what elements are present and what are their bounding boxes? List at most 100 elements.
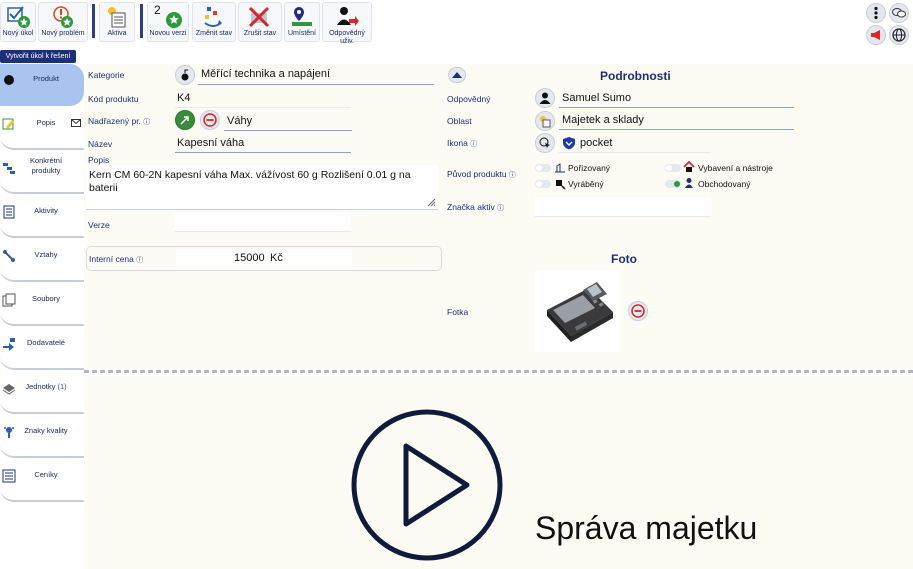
origin-label: Původ produktu ⓘ [447,169,516,180]
collapse-details-button[interactable] [448,67,466,83]
products-icon [3,163,15,174]
sidebar-item-label: Ceníky [34,470,58,479]
chevron-up-icon [452,72,462,78]
sidebar-item-files[interactable]: Soubory [0,284,84,326]
icon-picker-button[interactable] [535,133,555,153]
section-divider [84,370,913,373]
new-version-button[interactable]: 2 Novou verzi [147,2,189,42]
new-problem-button[interactable]: Nový problém [38,2,88,42]
name-value[interactable]: Kapesní váha [177,137,244,149]
pocket-scale-image [547,282,613,342]
asset-button[interactable]: Aktiva [99,2,135,42]
cancel-state-button[interactable]: Zrušit stav [238,2,282,42]
origin-equipment-label: Vybavení a nástroje [698,163,773,173]
origin-purchased-label: Pořizovaný [568,163,611,173]
resize-handle-icon[interactable] [426,197,436,207]
globe-button[interactable] [889,25,909,45]
globe-icon [892,28,906,42]
create-task-banner[interactable]: Vytvořit úkol k řešení [0,50,76,63]
suppliers-icon [3,338,15,351]
product-code-label: Kód produktu [88,94,139,104]
responsible-label: Odpovědný [447,94,491,104]
cancel-state-icon [248,6,270,28]
sidebar-item-description[interactable]: Popis [0,108,84,150]
origin-purchased-toggle[interactable] [535,164,551,172]
description-text: Kern CM 60-2N kapesní váha Max. vážívost… [89,169,411,194]
sidebar-item-label: Soubory [32,294,60,303]
origin-traded-toggle[interactable] [665,180,681,188]
info-icon: ⓘ [136,257,144,264]
category-underline [198,84,434,85]
internal-price-text: Interní cena [89,254,134,264]
category-value[interactable]: Měřící technika a napájení [201,68,330,80]
quality-icon [4,427,14,438]
sidebar-item-product[interactable]: Produkt [0,64,84,106]
origin-manufactured-toggle[interactable] [535,180,551,188]
category-icon [181,69,189,81]
sidebar-item-activities[interactable]: Aktivity [0,196,84,238]
internal-price-currency: Kč [270,252,283,264]
responsible-picker-button[interactable] [535,88,555,108]
description-textarea[interactable]: Kern CM 60-2N kapesní váha Max. vážívost… [86,165,438,210]
circle-icon [4,75,14,85]
sidebar-item-label: Dodavatelé [27,338,65,347]
toolbar-separator [92,4,95,38]
change-state-icon [204,7,222,27]
sidebar-item-units[interactable]: Jednotky (1) [0,372,84,414]
trader-icon [685,178,693,188]
version-field[interactable] [175,212,351,232]
change-state-label: Změnit stav [195,30,233,37]
remove-icon [203,113,217,127]
icon-underline [559,152,711,153]
photo-label: Fotka [447,307,469,317]
parent-product-picker-button[interactable] [175,110,195,130]
play-icon[interactable] [350,408,504,562]
main-content: Kategorie Měřící technika a napájení Kód… [84,64,913,569]
toolbar: Nový úkol Nový problém Aktiva 2 Novou ve… [0,0,913,45]
remove-icon [631,304,645,318]
product-code-value[interactable]: K4 [177,92,190,104]
new-task-button[interactable]: Nový úkol [0,2,36,42]
area-picker-button[interactable] [535,111,555,131]
sidebar-item-label: Popis [36,118,56,127]
internal-price-label: Interní cena ⓘ [89,254,143,265]
internal-price-field[interactable]: 15000 Kč [176,249,352,268]
sidebar-item-quality[interactable]: Znaky kvality [0,416,84,458]
internal-price-value: 15000 [234,252,265,264]
photo-remove-button[interactable] [628,301,648,321]
chat-button[interactable] [889,3,909,23]
info-icon: ⓘ [508,172,516,179]
sidebar-item-pricelists[interactable]: Ceníky [0,460,84,502]
photo-title: Foto [611,252,637,266]
new-problem-icon [53,6,73,28]
sidebar: Produkt Popis Konkrétní produkty Aktivit… [0,64,84,569]
asset-mark-field[interactable] [535,197,711,217]
category-picker-button[interactable] [175,65,195,85]
more-menu-button[interactable] [866,3,886,23]
location-button[interactable]: Umístění [284,2,320,42]
location-icon [292,7,312,26]
icon-value[interactable]: pocket [580,137,612,149]
sidebar-item-label: Konkrétní produkty [29,156,63,175]
more-vert-icon [874,6,878,20]
origin-equipment-toggle[interactable] [665,164,681,172]
parent-product-remove-button[interactable] [200,110,220,130]
responsible-value[interactable]: Samuel Sumo [562,92,631,104]
description-label: Popis [88,155,110,165]
sidebar-item-relations[interactable]: Vztahy [0,240,84,282]
product-code-underline [175,107,351,108]
new-task-icon [7,6,30,28]
new-version-label: Novou verzi [149,30,187,37]
change-state-button[interactable]: Změnit stav [192,2,236,42]
parent-product-value[interactable]: Váhy [227,115,252,127]
area-label: Oblast [447,116,472,126]
sidebar-item-suppliers[interactable]: Dodavatelé [0,328,84,370]
responsible-user-button[interactable]: Odpovědný uživ. [322,2,372,45]
megaphone-button[interactable] [866,25,886,45]
sidebar-item-concrete-products[interactable]: Konkrétní produkty [0,152,84,194]
new-problem-label: Nový problém [41,30,85,37]
info-icon: ⓘ [143,119,151,126]
product-photo[interactable] [535,270,621,352]
link-icon [3,250,15,262]
area-value[interactable]: Majetek a sklady [562,114,644,126]
